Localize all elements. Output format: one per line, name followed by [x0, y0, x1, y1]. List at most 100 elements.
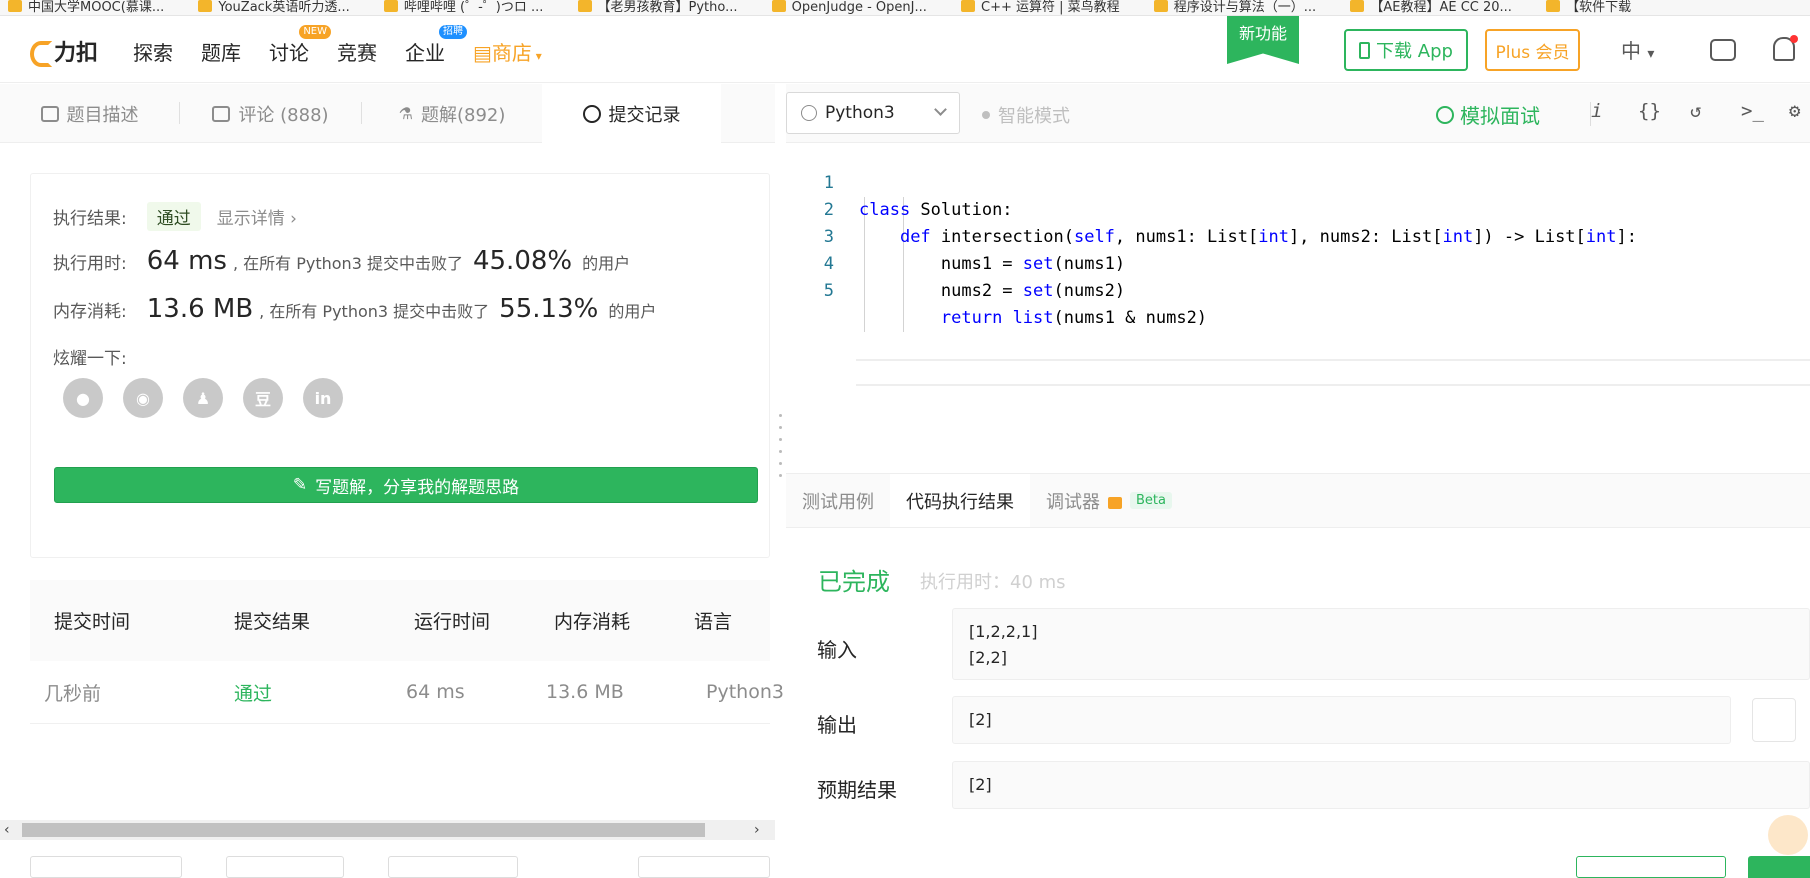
tab-submissions[interactable]: 提交记录: [542, 84, 721, 143]
beta-badge: Beta: [1130, 492, 1172, 509]
document-icon: [40, 105, 59, 122]
new-badge: NEW: [299, 25, 331, 39]
flask-icon: ⚗: [398, 104, 413, 123]
logo[interactable]: 力扣: [28, 35, 98, 67]
left-tabs: 题目描述 评论 (888) ⚗ 题解(892) 提交记录: [0, 84, 775, 143]
diff-toggle-box[interactable]: [1752, 698, 1796, 742]
mascot-icon: [1768, 815, 1808, 855]
scrollbar-thumb[interactable]: [22, 823, 705, 837]
code-editor[interactable]: 1 class Solution: 2 def intersection(sel…: [786, 143, 1810, 473]
download-app-button[interactable]: 下载 App: [1344, 29, 1468, 71]
tab-testcase[interactable]: 测试用例: [786, 474, 890, 527]
runtime-row: 执行用时: 64 ms , 在所有 Python3 提交中击败了 45.08% …: [53, 246, 630, 276]
tab-debugger[interactable]: 调试器 Beta: [1030, 474, 1188, 527]
bookmark[interactable]: 【软件下载: [1546, 0, 1631, 15]
bookmark[interactable]: C++ 运算符 | 菜鸟教程: [961, 0, 1120, 15]
header-memory: 内存消耗: [554, 611, 631, 633]
nav-store[interactable]: ▤商店 ▾: [473, 37, 542, 66]
language-select[interactable]: Python3: [786, 92, 960, 134]
runtime-beat-text: , 在所有 Python3 提交中击败了: [232, 254, 463, 273]
bottom-button[interactable]: [388, 856, 518, 878]
nav-problems[interactable]: 题库: [201, 37, 241, 66]
weibo-icon[interactable]: ◉: [123, 378, 163, 418]
panel-splitter[interactable]: [776, 84, 786, 874]
nav-discuss[interactable]: 讨论 NEW: [269, 25, 331, 66]
nav-enterprise[interactable]: 企业 招聘: [405, 25, 467, 66]
plus-member-button[interactable]: Plus 会员: [1485, 29, 1580, 71]
splitter-dot: [779, 462, 782, 465]
share-buttons: ● ◉ ♟ 豆 in: [63, 378, 343, 418]
submissions-table: 提交时间 提交结果 运行时间 内存消耗 语言 几秒前 通过 64 ms 13.6…: [30, 580, 784, 724]
code-text: return list(nums1 & nums2): [940, 308, 1208, 328]
comment-icon: [212, 105, 231, 122]
current-line-highlight: [856, 359, 1810, 386]
braces-icon[interactable]: {}: [1638, 100, 1661, 122]
reset-icon[interactable]: ↺: [1690, 100, 1701, 122]
language-label: 中: [1621, 39, 1641, 63]
cell-language: Python3: [706, 681, 784, 703]
bookmark[interactable]: 中国大学MOOC(慕课...: [8, 0, 164, 15]
show-detail-link[interactable]: 显示详情 ›: [217, 204, 297, 229]
scroll-left-icon[interactable]: ‹: [4, 822, 10, 838]
table-row[interactable]: 几秒前 通过 64 ms 13.6 MB Python3: [30, 661, 784, 724]
mock-interview-button[interactable]: 模拟面试: [1436, 100, 1540, 129]
pencil-icon: ✎: [292, 475, 308, 495]
qq-icon[interactable]: ♟: [183, 378, 223, 418]
tab-description[interactable]: 题目描述: [0, 84, 179, 143]
download-app-label: 下载 App: [1376, 41, 1453, 62]
nav-enterprise-label: 企业: [405, 41, 445, 65]
caret-down-icon: ▾: [531, 49, 542, 63]
run-code-button[interactable]: [1576, 856, 1726, 878]
tab-comments[interactable]: 评论 (888): [180, 84, 361, 143]
mock-interview-label: 模拟面试: [1460, 104, 1540, 128]
new-feature-ribbon[interactable]: 新功能: [1227, 16, 1299, 64]
store-icon: ▤: [473, 41, 492, 65]
submit-button[interactable]: [1748, 856, 1810, 878]
input-label: 输入: [817, 638, 857, 662]
bookmark[interactable]: 【AE教程】AE CC 20...: [1350, 0, 1512, 15]
playground-icon[interactable]: [1710, 39, 1736, 61]
memory-label: 内存消耗:: [53, 302, 127, 322]
bookmark[interactable]: 程序设计与算法（一）...: [1153, 0, 1316, 15]
logo-text: 力扣: [54, 41, 99, 66]
wechat-icon[interactable]: ●: [63, 378, 103, 418]
memory-beat-text: , 在所有 Python3 提交中击败了: [259, 302, 490, 321]
code-line: 4 nums2 = set(nums2): [786, 224, 1810, 301]
expected-value: [2]: [952, 761, 1810, 809]
bookmark[interactable]: YouZack英语听力透...: [198, 0, 350, 15]
memory-value: 13.6 MB: [146, 294, 254, 324]
scroll-right-icon[interactable]: ›: [754, 822, 760, 838]
write-solution-button[interactable]: ✎ 写题解，分享我的解题思路: [54, 467, 758, 503]
cell-result[interactable]: 通过: [210, 679, 390, 706]
douban-icon[interactable]: 豆: [243, 378, 283, 418]
smart-mode-toggle[interactable]: 智能模式: [982, 102, 1070, 128]
code-line: 3 nums1 = set(nums1): [786, 197, 1810, 274]
smart-mode-dot: [982, 111, 990, 119]
splitter-dot: [779, 450, 782, 453]
horizontal-scrollbar[interactable]: ‹ ›: [0, 820, 775, 840]
language-switch[interactable]: 中 ▾: [1621, 35, 1654, 64]
bookmark[interactable]: OpenJudge - OpenJ...: [771, 0, 927, 15]
runtime-label: 执行用时:: [53, 254, 127, 274]
tab-solutions[interactable]: ⚗ 题解(892): [362, 84, 542, 143]
bottom-button[interactable]: [638, 856, 770, 878]
terminal-icon[interactable]: >_: [1741, 100, 1764, 122]
bottom-button[interactable]: [226, 856, 344, 878]
memory-percentile: 55.13%: [499, 294, 599, 324]
info-italic-icon[interactable]: i: [1591, 100, 1602, 122]
tab-submissions-label: 提交记录: [608, 104, 681, 126]
code-line: 1 class Solution:: [786, 143, 1810, 220]
caret-down-icon: ▾: [1647, 46, 1655, 62]
tab-run-result[interactable]: 代码执行结果: [890, 474, 1030, 527]
nav-explore[interactable]: 探索: [133, 37, 173, 66]
bottom-button[interactable]: [30, 856, 182, 878]
bookmark-bar: 中国大学MOOC(慕课... YouZack英语听力透... 哔哩哔哩 (゜-゜…: [0, 0, 1810, 16]
splitter-dot: [779, 426, 782, 429]
bookmark[interactable]: 【老男孩教育】Pytho...: [577, 0, 738, 15]
submission-result-panel: 执行结果: 通过 显示详情 › 执行用时: 64 ms , 在所有 Python…: [30, 173, 770, 558]
header-runtime: 运行时间: [414, 611, 491, 633]
nav-contest[interactable]: 竞赛: [337, 37, 377, 66]
bookmark[interactable]: 哔哩哔哩 (゜-゜)つロ ...: [383, 0, 543, 15]
settings-gear-icon[interactable]: ⚙: [1789, 100, 1800, 122]
linkedin-icon[interactable]: in: [303, 378, 343, 418]
